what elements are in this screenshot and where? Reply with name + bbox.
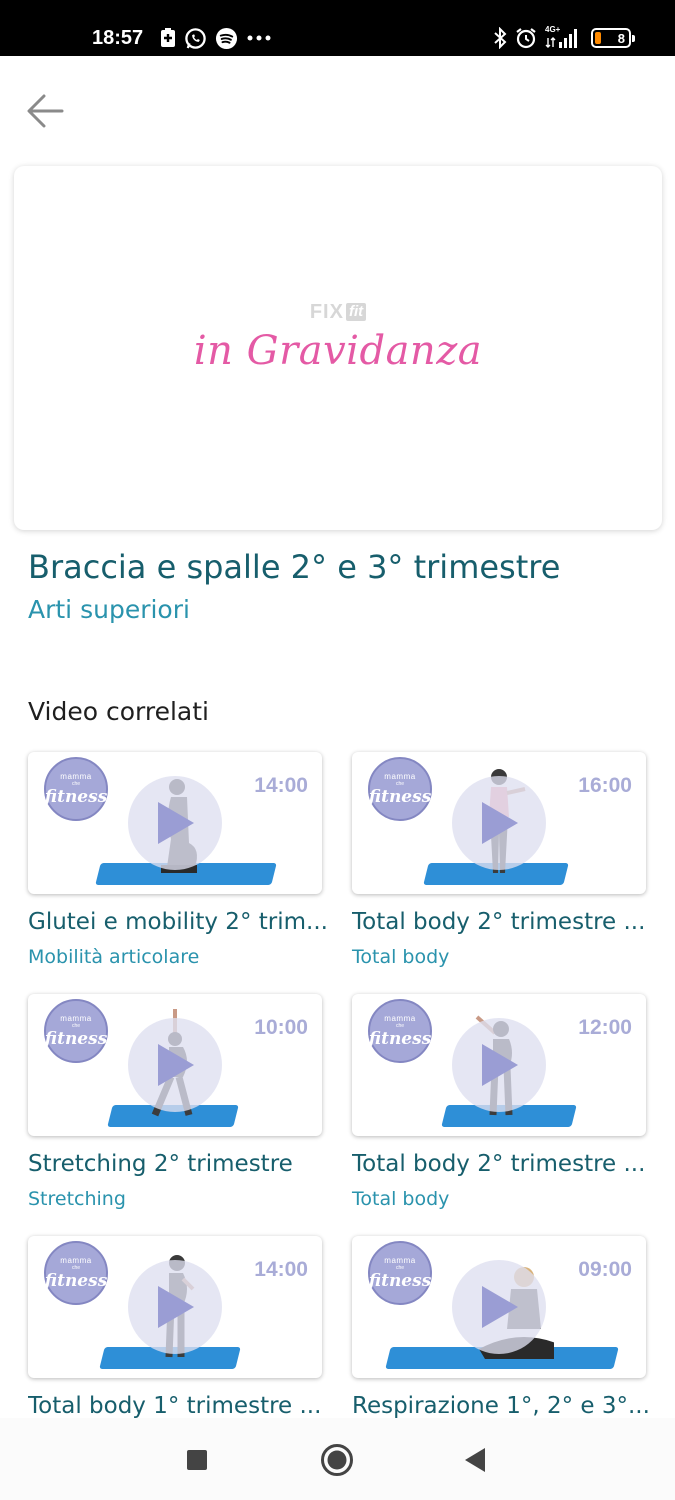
alarm-icon <box>515 27 537 49</box>
recents-square-icon <box>187 1450 207 1470</box>
video-duration: 12:00 <box>578 1016 632 1039</box>
recents-button[interactable] <box>177 1440 217 1480</box>
status-bar: 18:57 4G+ 8 <box>0 0 675 56</box>
home-circle-icon <box>321 1444 353 1476</box>
fixfit-logo: FIX fit <box>310 301 367 324</box>
battery-icon: 8 <box>591 28 635 48</box>
home-button[interactable] <box>317 1440 357 1480</box>
video-category: Stretching <box>28 1188 126 1210</box>
back-triangle-icon <box>465 1448 485 1472</box>
system-back-button[interactable] <box>455 1440 495 1480</box>
video-thumbnail[interactable]: mamma che fitness 10:00 <box>28 994 322 1136</box>
video-thumbnail[interactable]: mamma che fitness 09:00 <box>352 1236 646 1378</box>
sim-card-icon <box>160 28 176 48</box>
video-title[interactable]: Stretching 2° trimestre <box>28 1146 328 1182</box>
mamma-fitness-logo: mamma che fitness <box>44 999 108 1063</box>
mamma-fitness-logo: mamma che fitness <box>44 757 108 821</box>
video-category: Total body <box>352 1188 450 1210</box>
video-title[interactable]: Glutei e mobility 2° trim... <box>28 904 328 940</box>
play-icon <box>482 1044 518 1086</box>
mamma-fitness-logo: mamma che fitness <box>368 1241 432 1305</box>
page-subtitle-category: Arti superiori <box>28 595 190 624</box>
play-icon <box>482 1286 518 1328</box>
page-title: Braccia e spalle 2° e 3° trimestre <box>28 548 561 586</box>
whatsapp-icon <box>184 27 207 50</box>
video-title[interactable]: Total body 2° trimestre ... <box>352 904 652 940</box>
related-videos-heading: Video correlati <box>28 697 209 726</box>
hero-video-player[interactable]: FIX fit in Gravidanza <box>14 166 662 530</box>
video-duration: 09:00 <box>578 1258 632 1281</box>
video-duration: 16:00 <box>578 774 632 797</box>
spotify-icon <box>215 27 238 50</box>
status-system-icons: 4G+ 8 <box>493 25 635 51</box>
video-duration: 14:00 <box>254 1258 308 1281</box>
status-time: 18:57 <box>92 27 144 49</box>
more-dots-icon <box>246 34 272 42</box>
video-duration: 14:00 <box>254 774 308 797</box>
back-button[interactable] <box>22 90 68 132</box>
video-duration: 10:00 <box>254 1016 308 1039</box>
bluetooth-icon <box>493 27 507 49</box>
mamma-fitness-logo: mamma che fitness <box>368 999 432 1063</box>
play-icon <box>158 1286 194 1328</box>
play-button[interactable] <box>128 776 222 870</box>
play-button[interactable] <box>452 776 546 870</box>
play-icon <box>482 802 518 844</box>
play-button[interactable] <box>128 1260 222 1354</box>
mamma-fitness-logo: mamma che fitness <box>44 1241 108 1305</box>
video-thumbnail[interactable]: mamma che fitness 16:00 <box>352 752 646 894</box>
play-button[interactable] <box>452 1260 546 1354</box>
play-button[interactable] <box>128 1018 222 1112</box>
video-thumbnail[interactable]: mamma che fitness 14:00 <box>28 752 322 894</box>
video-category: Mobilità articolare <box>28 946 200 968</box>
video-thumbnail[interactable]: mamma che fitness 14:00 <box>28 1236 322 1378</box>
play-icon <box>158 1044 194 1086</box>
video-title[interactable]: Total body 2° trimestre ... <box>352 1146 652 1182</box>
hero-script-title: in Gravidanza <box>193 327 483 374</box>
signal-icon: 4G+ <box>545 26 583 50</box>
arrow-left-icon <box>27 94 64 128</box>
video-thumbnail[interactable]: mamma che fitness 12:00 <box>352 994 646 1136</box>
play-icon <box>158 802 194 844</box>
mamma-fitness-logo: mamma che fitness <box>368 757 432 821</box>
video-category: Total body <box>352 946 450 968</box>
status-notification-icons <box>160 25 272 51</box>
play-button[interactable] <box>452 1018 546 1112</box>
system-navigation-bar <box>0 1418 675 1500</box>
